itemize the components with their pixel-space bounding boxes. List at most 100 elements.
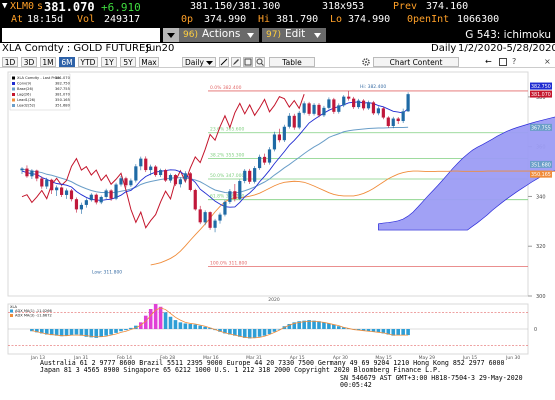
candle-body (267, 149, 272, 163)
period-button-ytd[interactable]: YTD (78, 57, 98, 67)
gear-icon[interactable] (361, 57, 371, 67)
candle-body (233, 191, 237, 199)
at-label: At (11, 14, 24, 25)
oscillator-bar (148, 309, 153, 329)
pencil-icon (233, 59, 239, 65)
candle (253, 166, 257, 184)
candle (282, 124, 286, 142)
draw-tool-button[interactable] (231, 57, 241, 67)
chart-panel[interactable]: 3003203403603800.0% 382.40023.6% 365.600… (0, 68, 555, 361)
chart-toolbar: 1D 3D 1M 6M YTD 1Y 5Y Max Daily Table Chart Con… (0, 56, 555, 68)
bid-ask-size: 318x953 (322, 1, 365, 12)
candle (307, 101, 311, 116)
y-tick-label: 340 (536, 194, 546, 200)
fullscreen-icon[interactable] (499, 58, 507, 66)
open-price: 374.990 (204, 14, 247, 25)
fib-label: 100.0% 311.800 (210, 261, 247, 267)
low-price: 374.990 (348, 14, 391, 25)
candle-body (381, 108, 385, 118)
help-icon[interactable]: ? (512, 57, 521, 67)
candle-body (40, 178, 44, 187)
candle-body (114, 184, 118, 199)
annotate-tool-button[interactable] (243, 57, 253, 67)
candle-body (208, 212, 212, 228)
candle (342, 95, 346, 108)
period-button-3d[interactable]: 3D (21, 57, 37, 67)
open-label: 0p (181, 14, 194, 25)
legend-entry: Conv(9) (17, 82, 32, 86)
legend-value: 382.750 (55, 82, 71, 86)
candle (208, 211, 212, 230)
ichimoku-chart[interactable]: 3003203403603800.0% 382.40023.6% 365.600… (0, 68, 555, 361)
legend-entry: Lag(26) (17, 93, 31, 97)
candle-body (30, 170, 34, 177)
zoom-icon (256, 58, 264, 66)
candle (267, 147, 272, 165)
candle-body (386, 117, 390, 127)
bid-ask: 381.150/381.300 (190, 1, 281, 12)
gear-glyph (362, 58, 370, 66)
candle-body (352, 98, 356, 108)
ticker[interactable]: XLM0 (10, 1, 34, 12)
candle-body (258, 156, 262, 169)
period-button-1m[interactable]: 1M (40, 57, 56, 67)
oscillator-legend-entry: ADX MA(3) -11.6672 (15, 314, 52, 318)
period-button-5y[interactable]: 5Y (120, 57, 136, 67)
legend-swatch (12, 93, 15, 96)
open-interest-label: 0penInt (407, 14, 450, 25)
oscillator-bar (267, 329, 272, 334)
candle (406, 92, 410, 112)
legend: XLA Comdty - Last Price381.070Conv(9) 382… (9, 73, 71, 111)
candle-body (119, 178, 123, 185)
fib-label: 50.0% 347.000 (210, 173, 244, 179)
period-button-1d[interactable]: 1D (2, 57, 18, 67)
candle (188, 172, 192, 192)
legend-value: 367.755 (55, 87, 70, 91)
annotate-icon (244, 58, 252, 66)
candle-body (79, 204, 83, 210)
candle-body (277, 134, 281, 141)
candle-body (272, 134, 277, 150)
oscillator-bar (401, 329, 405, 336)
zoom-tool-button[interactable] (255, 57, 265, 67)
hi-label: Hi (258, 14, 271, 25)
frequency-select[interactable]: Daily (182, 57, 216, 67)
candle-body (337, 105, 341, 112)
oscillator-bar (396, 329, 400, 336)
candle-body (312, 104, 316, 114)
ticker-arrow-icon: ▼ (2, 1, 8, 11)
low-annotation: Low: 311.800 (92, 270, 122, 276)
candle-body (154, 166, 158, 176)
line-tool-button[interactable] (219, 57, 229, 67)
price-prefix: s (37, 1, 44, 12)
oscillator-bar (247, 329, 252, 339)
chart-content-button[interactable]: Chart Content (373, 57, 459, 67)
candle (114, 182, 118, 201)
fib-label: 0.0% 382.400 (210, 85, 242, 91)
period-button-max[interactable]: Max (139, 57, 159, 67)
candle (312, 103, 316, 116)
period-button-6m[interactable]: 6M (59, 57, 75, 67)
candle (144, 156, 148, 173)
table-button[interactable]: Table (269, 57, 315, 67)
y-tick-label: 300 (536, 294, 546, 300)
candle-body (371, 102, 376, 114)
candle-body (213, 220, 217, 228)
period-button-1y[interactable]: 1Y (101, 57, 117, 67)
dropdown-arrow-icon[interactable] (163, 28, 179, 42)
candle-body (302, 103, 306, 113)
oscillator-zero-label: 0 (534, 327, 537, 333)
candle-body (109, 190, 113, 199)
close-icon[interactable]: × (544, 57, 553, 67)
candle-body (188, 173, 192, 190)
edit-menu[interactable]: 97) Edit (262, 28, 326, 42)
actions-menu[interactable]: 96) Actions (179, 28, 259, 42)
candle-body (342, 96, 346, 106)
candle-body (94, 194, 98, 203)
actions-number: 96) (183, 30, 198, 40)
arrow-left-icon[interactable]: ← (485, 57, 494, 67)
security-dropdown[interactable] (2, 28, 160, 42)
oscillator-bar (104, 329, 108, 336)
security-name: XLA Comdty : GOLD FUTURES (2, 43, 152, 54)
candle-body (84, 200, 88, 205)
